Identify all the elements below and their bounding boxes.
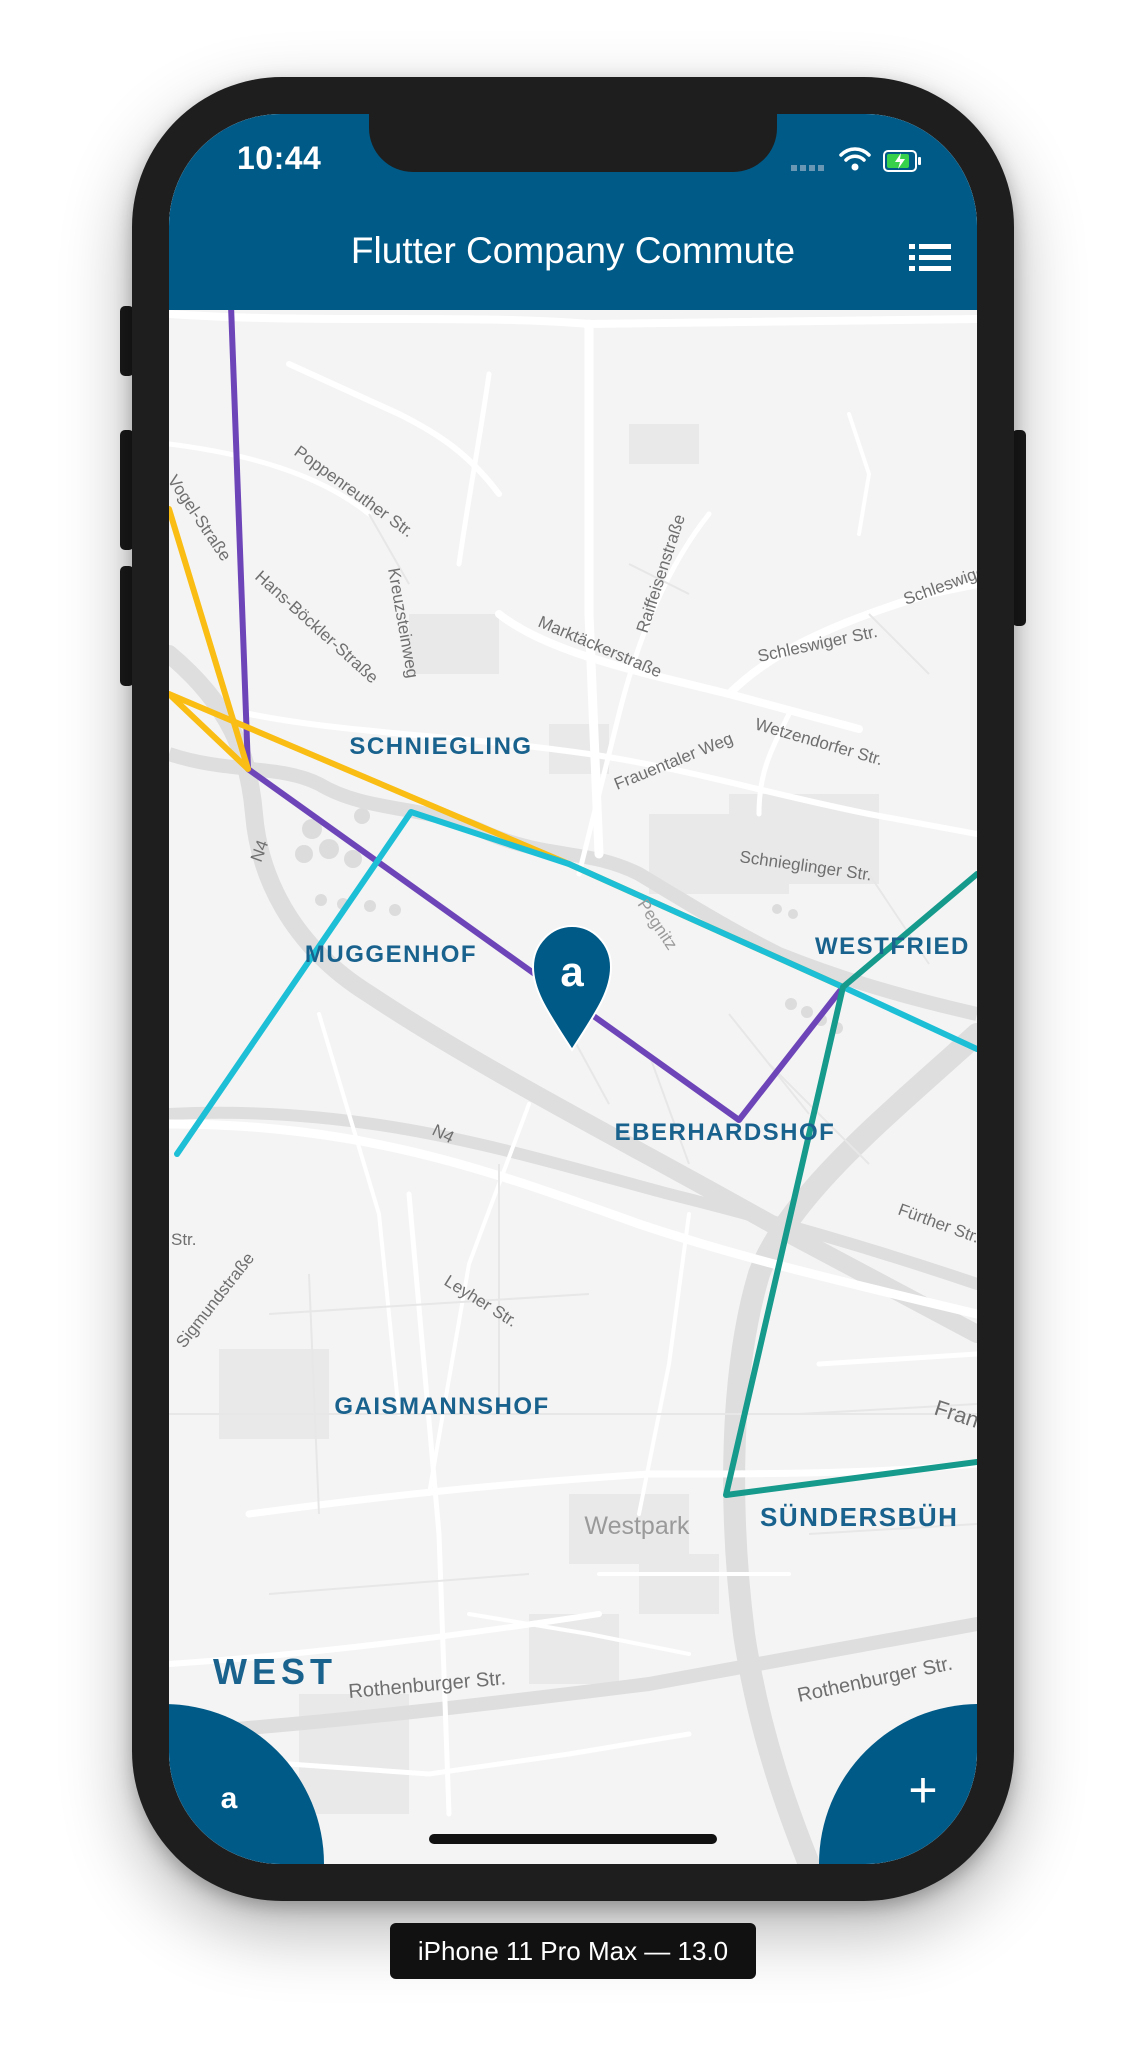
wifi-icon (839, 147, 871, 171)
phone-screen: SCHNIEGLING MUGGENHOF WESTFRIED EBERHARD… (169, 114, 977, 1864)
page-title: Flutter Company Commute (350, 230, 796, 271)
signal-icon (791, 165, 824, 171)
district-label: GAISMANNSHOF (334, 1393, 549, 1420)
add-icon: + (908, 1762, 938, 1818)
notch (369, 114, 777, 172)
list-icon[interactable] (909, 240, 953, 276)
svg-text:a: a (560, 948, 584, 995)
district-label: EBERHARDSHOF (615, 1119, 836, 1146)
district-label: WESTFRIED (815, 933, 970, 960)
district-label: WEST (213, 1651, 337, 1692)
district-label: MUGGENHOF (305, 941, 477, 968)
district-label: SÜNDERSBÜH (760, 1502, 958, 1532)
map[interactable]: SCHNIEGLING MUGGENHOF WESTFRIED EBERHARD… (169, 114, 977, 1864)
battery-icon (883, 150, 921, 172)
status-time: 10:44 (237, 140, 322, 176)
district-label: SCHNIEGLING (349, 733, 532, 760)
logo-icon: a (220, 1782, 238, 1815)
power-button (1012, 430, 1026, 626)
app-bar: 10:44 Flutter Company Commute DEBUG (169, 114, 977, 310)
home-indicator[interactable] (429, 1834, 717, 1844)
park-label: Westpark (584, 1512, 690, 1540)
street-label: Str. (171, 1230, 197, 1249)
device-label: iPhone 11 Pro Max — 13.0 (390, 1923, 756, 1979)
